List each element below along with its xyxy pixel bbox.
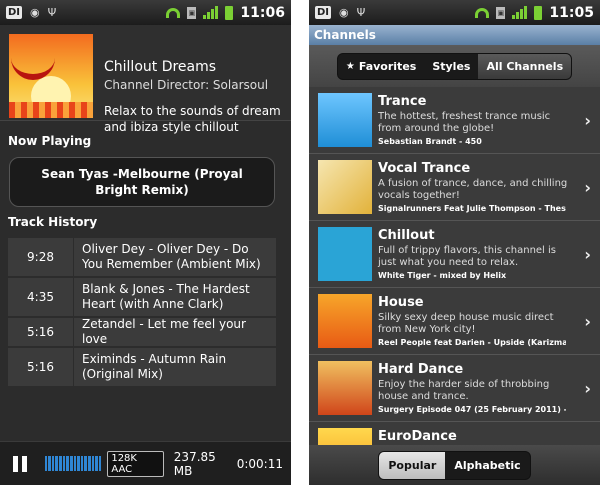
channel-now-playing: Sebastian Brandt - 450	[378, 137, 482, 146]
channel-thumbnail	[318, 361, 372, 415]
buffer-meter	[44, 456, 102, 471]
channel-description: The hottest, freshest trance music from …	[378, 111, 551, 134]
wifi-icon	[475, 7, 490, 18]
android-icon: ◉	[339, 6, 349, 19]
channel-now-playing: Surgery Episode 047 (25 February 2011) -	[378, 405, 566, 414]
history-time: 5:16	[8, 318, 74, 346]
tab-styles[interactable]: Styles	[424, 54, 478, 79]
usb-icon: Ψ	[356, 6, 366, 19]
status-bar: DI ◉ Ψ ▣ 11:05	[309, 0, 600, 25]
history-row[interactable]: 4:35 Blank & Jones - The Hardest Heart (…	[8, 278, 276, 318]
star-icon: ★	[345, 60, 355, 72]
channel-name: Trance	[378, 94, 427, 109]
signal-icon	[203, 6, 219, 19]
history-time: 4:35	[8, 278, 74, 316]
channel-name: EuroDance	[378, 429, 457, 444]
android-icon: ◉	[30, 6, 40, 19]
channels-screen: DI ◉ Ψ ▣ 11:05 Channels ★ Favorites Style…	[309, 0, 600, 485]
channel-title: Chillout Dreams	[104, 59, 217, 75]
channel-list: Trance The hottest, freshest trance musi…	[309, 87, 600, 485]
history-time: 9:28	[8, 238, 74, 276]
chevron-right-icon: ›	[584, 178, 591, 197]
bitrate-badge: 128K AAC	[107, 450, 164, 477]
chevron-right-icon: ›	[584, 379, 591, 398]
channel-artwork	[9, 34, 93, 118]
channel-now-playing: White Tiger - mixed by Helix	[378, 271, 507, 280]
channel-thumbnail	[318, 93, 372, 147]
tab-popular[interactable]: Popular	[379, 451, 446, 479]
channel-now-playing: Signalrunners Feat Julie Thompson - Thes…	[378, 204, 566, 213]
now-playing-screen: DI ◉ Ψ ▣ 11:06 Chillout Dreams Channel D…	[0, 0, 291, 485]
channel-item-hard-dance[interactable]: Hard Dance Enjoy the harder side of thro…	[309, 355, 600, 422]
channel-thumbnail	[318, 294, 372, 348]
sdcard-icon: ▣	[187, 6, 197, 19]
channel-item-trance[interactable]: Trance The hottest, freshest trance musi…	[309, 87, 600, 154]
channel-tabs: ★ Favorites Styles All Channels	[309, 45, 600, 87]
signal-icon	[512, 6, 528, 19]
history-track: Oliver Dey - Oliver Dey - Do You Remembe…	[82, 242, 261, 271]
page-title: Channels	[309, 25, 600, 45]
history-track: Blank & Jones - The Hardest Heart (with …	[82, 282, 250, 311]
data-size: 237.85 MB	[173, 449, 216, 478]
channel-item-chillout[interactable]: Chillout Full of trippy flavors, this ch…	[309, 221, 600, 288]
channel-description: Relax to the sounds of dream and ibiza s…	[104, 104, 281, 134]
channel-director: Channel Director: Solarsoul	[104, 78, 269, 92]
status-time: 11:05	[549, 4, 594, 21]
chevron-right-icon: ›	[584, 245, 591, 264]
channel-description: A fusion of trance, dance, and chilling …	[378, 178, 568, 201]
history-row[interactable]: 5:16 Zetandel - Let me feel your love	[8, 317, 276, 348]
channel-description: Silky sexy deep house music direct from …	[378, 312, 554, 335]
status-time: 11:06	[240, 4, 285, 21]
status-bar: DI ◉ Ψ ▣ 11:06	[0, 0, 291, 25]
wifi-icon	[166, 7, 181, 18]
channel-name: Hard Dance	[378, 362, 464, 377]
now-playing-track: Sean Tyas -Melbourne (Proyal Bright Remi…	[9, 157, 275, 207]
sort-tabs: Popular Alphabetic	[309, 445, 600, 485]
track-history-list: 9:28 Oliver Dey - Oliver Dey - Do You Re…	[8, 238, 276, 388]
tab-all-channels[interactable]: All Channels	[478, 53, 572, 79]
channel-description: Enjoy the harder side of throbbing house…	[378, 379, 550, 402]
history-row[interactable]: 5:16 Eximinds - Autumn Rain (Original Mi…	[8, 348, 276, 388]
usb-icon: Ψ	[47, 6, 57, 19]
battery-icon	[225, 5, 234, 20]
channel-name: Vocal Trance	[378, 161, 471, 176]
channel-header: Chillout Dreams Channel Director: Solars…	[0, 25, 291, 134]
battery-icon	[534, 5, 543, 20]
channel-description: Full of trippy flavors, this channel is …	[378, 245, 557, 268]
history-row[interactable]: 9:28 Oliver Dey - Oliver Dey - Do You Re…	[8, 238, 276, 278]
pause-icon[interactable]	[13, 455, 29, 472]
now-playing-label: Now Playing	[8, 134, 92, 148]
channel-thumbnail	[318, 227, 372, 281]
sdcard-icon: ▣	[496, 6, 506, 19]
chevron-right-icon: ›	[584, 312, 591, 331]
di-logo: DI	[315, 6, 332, 19]
chevron-right-icon: ›	[584, 111, 591, 130]
channel-item-vocal-trance[interactable]: Vocal Trance A fusion of trance, dance, …	[309, 154, 600, 221]
history-track: Eximinds - Autumn Rain (Original Mix)	[82, 352, 227, 381]
channel-thumbnail	[318, 160, 372, 214]
track-history-label: Track History	[8, 215, 98, 229]
channel-name: House	[378, 295, 424, 310]
channel-now-playing: Reel People feat Darien - Upside (Karizm…	[378, 338, 566, 347]
di-logo: DI	[6, 6, 23, 19]
history-time: 5:16	[8, 348, 74, 386]
tab-alphabetic[interactable]: Alphabetic	[445, 452, 529, 479]
channel-item-house[interactable]: House Silky sexy deep house music direct…	[309, 288, 600, 355]
history-track: Zetandel - Let me feel your love	[82, 317, 246, 346]
tab-favorites[interactable]: ★ Favorites	[338, 54, 424, 79]
player-bar: 128K AAC 237.85 MB 0:00:11	[0, 441, 291, 485]
channel-name: Chillout	[378, 228, 435, 243]
elapsed-time: 0:00:11	[236, 456, 283, 471]
